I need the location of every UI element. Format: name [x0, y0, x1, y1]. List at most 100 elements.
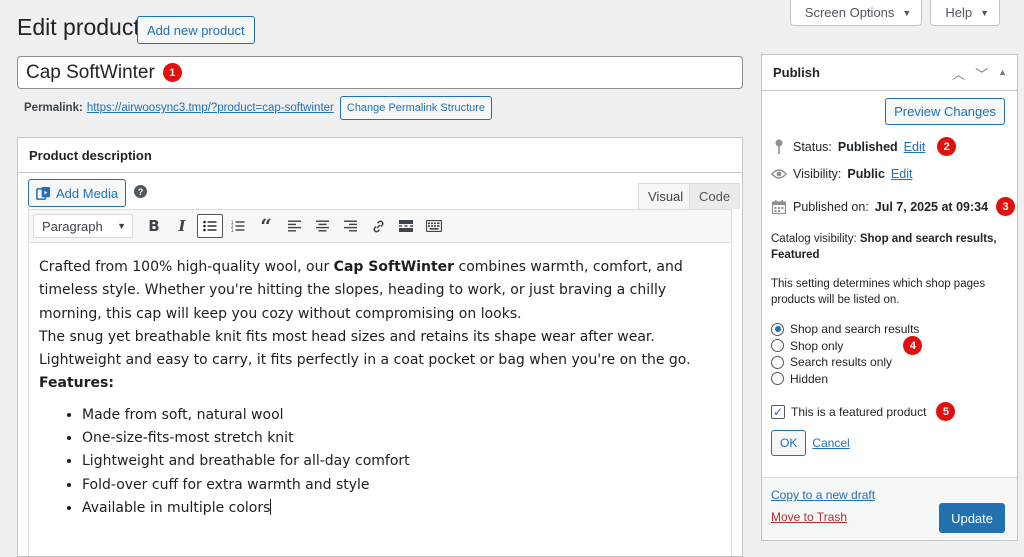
radio-label: Shop and search results — [790, 322, 920, 337]
list-item-text: Available in multiple colors — [82, 499, 271, 516]
permalink-row: Permalink: https://airwoosync3.tmp/?prod… — [24, 96, 493, 120]
pin-icon — [771, 139, 787, 155]
description-paragraph-1: Crafted from 100% high-quality wool, our… — [39, 256, 721, 326]
tab-visual[interactable]: Visual — [638, 183, 694, 209]
published-label: Published on: — [793, 199, 869, 214]
page-title: Edit product — [17, 14, 140, 40]
align-center-icon[interactable] — [309, 214, 335, 238]
format-select[interactable]: Paragraph ▼ — [33, 214, 133, 238]
update-button[interactable]: Update — [939, 503, 1005, 533]
list-item: Lightweight and breathable for all-day c… — [82, 450, 721, 473]
features-heading: Features: — [39, 372, 721, 395]
radio-button[interactable] — [771, 355, 784, 369]
editor-content[interactable]: Crafted from 100% high-quality wool, our… — [28, 244, 732, 556]
list-item: Fold-over cuff for extra warmth and styl… — [82, 474, 721, 497]
visibility-edit-link[interactable]: Edit — [891, 167, 913, 181]
radio-option-shop-and-search[interactable]: Shop and search results — [771, 321, 922, 338]
media-icon — [36, 186, 51, 200]
caret-down-icon: ▼ — [902, 7, 912, 18]
visibility-label: Visibility: — [793, 167, 842, 181]
help-button[interactable]: Help ▼ — [930, 0, 1000, 26]
features-list: Made from soft, natural wool One-size-fi… — [39, 404, 721, 520]
radio-option-search-only[interactable]: Search results only — [771, 354, 922, 371]
features-heading-text: Features: — [39, 375, 114, 392]
editor-toolbar: Paragraph ▼ B I 123 “ — [28, 209, 732, 243]
align-left-icon[interactable] — [281, 214, 307, 238]
paragraph1-bold: Cap SoftWinter — [333, 259, 455, 275]
keyboard-toolbar-toggle-icon[interactable] — [421, 214, 447, 238]
annotation-marker: 5 — [936, 402, 956, 421]
radio-button[interactable] — [771, 322, 784, 336]
move-to-trash-link[interactable]: Move to Trash — [771, 510, 847, 524]
radio-option-shop-only[interactable]: Shop only 4 — [771, 336, 923, 356]
format-select-value: Paragraph — [42, 218, 103, 234]
publish-box: Publish ︿ ﹀ ▲ Preview Changes Status: Pu… — [761, 54, 1018, 541]
move-up-icon[interactable]: ︿ — [952, 64, 965, 83]
product-title-value: Cap SoftWinter — [26, 61, 155, 83]
align-right-icon[interactable] — [337, 214, 363, 238]
published-value: Jul 7, 2025 at 09:34 — [874, 199, 989, 214]
annotation-marker: 2 — [937, 137, 957, 156]
move-down-icon[interactable]: ﹀ — [975, 64, 988, 83]
catalog-visibility: Catalog visibility: Shop and search resu… — [771, 231, 1007, 263]
featured-product-row[interactable]: ✓ This is a featured product 5 — [771, 402, 956, 421]
catalog-visibility-options: Shop and search results Shop only 4 Sear… — [771, 321, 923, 388]
svg-text:3: 3 — [231, 228, 234, 232]
annotation-marker: 4 — [903, 336, 923, 356]
bullet-list-icon[interactable] — [197, 214, 223, 238]
visibility-row: Visibility: Public Edit — [771, 167, 912, 181]
cancel-link[interactable]: Cancel — [812, 436, 849, 450]
radio-button[interactable] — [771, 372, 784, 386]
add-media-label: Add Media — [56, 185, 119, 201]
screen-options-label: Screen Options — [804, 5, 895, 20]
description-heading: Product description — [18, 138, 742, 173]
list-item: Available in multiple colors — [82, 497, 721, 520]
numbered-list-icon[interactable]: 123 — [225, 214, 251, 238]
paragraph1-prefix: Crafted from 100% high-quality wool, our — [39, 259, 334, 275]
add-new-product-button[interactable]: Add new product — [137, 16, 255, 44]
list-item: One-size-fits-most stretch knit — [82, 427, 721, 450]
radio-label: Shop only — [790, 338, 844, 353]
ok-button[interactable]: OK — [771, 430, 807, 456]
catalog-actions: OK Cancel — [771, 430, 850, 456]
status-edit-link[interactable]: Edit — [904, 140, 926, 154]
text-cursor — [270, 498, 272, 515]
screen-meta-links: Screen Options ▼ Help ▼ — [789, 0, 1000, 26]
publish-box-controls: ︿ ﹀ ▲ — [952, 64, 1007, 83]
link-icon[interactable] — [365, 214, 391, 238]
read-more-icon[interactable] — [393, 214, 419, 238]
preview-changes-button[interactable]: Preview Changes — [885, 98, 1005, 125]
permalink-link[interactable]: https://airwoosync3.tmp/?product=cap-sof… — [87, 102, 334, 114]
featured-label: This is a featured product — [791, 404, 927, 419]
blockquote-icon[interactable]: “ — [253, 214, 279, 238]
annotation-marker: 3 — [996, 197, 1016, 216]
visibility-value: Public — [847, 167, 885, 181]
radio-label: Search results only — [790, 355, 893, 370]
tab-code[interactable]: Code — [689, 183, 741, 209]
radio-label: Hidden — [790, 371, 829, 386]
change-permalink-button[interactable]: Change Permalink Structure — [339, 96, 493, 120]
catalog-description: This setting determines which shop pages… — [771, 278, 986, 306]
radio-option-hidden[interactable]: Hidden — [771, 371, 922, 388]
permalink-label: Permalink: — [24, 102, 83, 114]
annotation-marker: 1 — [162, 63, 182, 82]
radio-button[interactable] — [771, 339, 784, 353]
copy-to-draft-link[interactable]: Copy to a new draft — [771, 488, 875, 502]
eye-icon — [771, 168, 787, 180]
product-description-box: Product description Add Media ? Visual C… — [17, 137, 743, 557]
publish-actions: Copy to a new draft Move to Trash Update — [762, 477, 1017, 540]
collapse-icon[interactable]: ▲ — [998, 64, 1007, 83]
list-item: Made from soft, natural wool — [82, 404, 721, 427]
caret-down-icon: ▼ — [980, 7, 989, 18]
help-icon[interactable]: ? — [134, 185, 147, 198]
product-title-input[interactable]: Cap SoftWinter 1 — [17, 56, 743, 89]
italic-icon[interactable]: I — [169, 214, 195, 238]
published-on-row: Published on: Jul 7, 2025 at 09:34 3 — [771, 197, 1016, 216]
screen-options-button[interactable]: Screen Options ▼ — [789, 0, 923, 26]
add-media-button[interactable]: Add Media — [28, 179, 127, 207]
bold-icon[interactable]: B — [141, 214, 167, 238]
description-paragraph-2: The snug yet breathable knit fits most h… — [39, 328, 691, 369]
featured-checkbox[interactable]: ✓ — [771, 404, 785, 419]
catalog-label: Catalog visibility: — [771, 233, 857, 245]
status-value: Published — [837, 139, 898, 154]
